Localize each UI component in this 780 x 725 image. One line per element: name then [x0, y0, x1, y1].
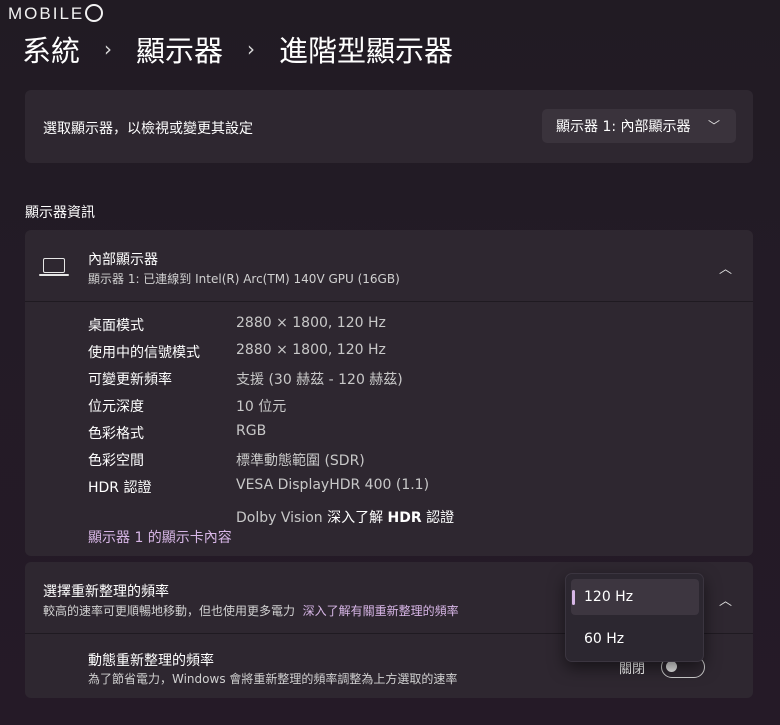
display-info-card: 內部顯示器 顯示器 1: 已連線到 Intel(R) Arc(TM) 140V …	[25, 230, 753, 556]
toggle-knob	[666, 661, 677, 672]
breadcrumb-system[interactable]: 系統	[22, 28, 80, 70]
display-info-subtitle: 顯示器 1: 已連線到 Intel(R) Arc(TM) 140V GPU (1…	[88, 272, 400, 286]
chevron-up-icon[interactable]: ︿	[719, 590, 732, 609]
dynamic-refresh-title: 動態重新整理的頻率	[88, 653, 214, 669]
info-value: 10 位元	[236, 399, 287, 415]
info-key: 色彩空間	[88, 453, 144, 469]
chevron-down-icon: ﹀	[707, 119, 720, 133]
hdr-link-prefix: 深入了解	[327, 510, 384, 526]
display-dropdown-value: 顯示器 1: 內部顯示器	[556, 119, 691, 135]
info-key: 色彩格式	[88, 426, 144, 442]
select-display-label: 選取顯示器，以檢視或變更其設定	[43, 121, 253, 137]
breadcrumb-display[interactable]: 顯示器	[136, 28, 223, 70]
display-info-title: 內部顯示器	[88, 252, 158, 268]
breadcrumb: 系統 › 顯示器 › 進階型顯示器	[22, 28, 453, 70]
refresh-option-60hz[interactable]: 60 Hz	[571, 621, 699, 657]
display-info-header[interactable]: 內部顯示器 顯示器 1: 已連線到 Intel(R) Arc(TM) 140V …	[25, 230, 753, 302]
refresh-rate-learn-more-link[interactable]: 深入了解有關重新整理的頻率	[303, 604, 459, 618]
page-title: 進階型顯示器	[279, 34, 454, 68]
info-key: HDR 認證	[88, 480, 152, 496]
info-row: 桌面模式 2880 × 1800, 120 Hz	[88, 315, 429, 342]
info-value: 2880 × 1800, 120 Hz	[236, 342, 386, 358]
info-row: 色彩空間 標準動態範圍 (SDR)	[88, 450, 429, 477]
info-value: 支援 (30 赫茲 - 120 赫茲)	[236, 372, 403, 388]
section-title-display-info: 顯示器資訊	[25, 205, 95, 221]
info-row: 色彩格式 RGB	[88, 423, 429, 450]
info-value: RGB	[236, 423, 267, 439]
chevron-up-icon[interactable]: ︿	[719, 258, 732, 277]
hdr-line2: Dolby Vision 深入了解 HDR 認證	[236, 507, 454, 527]
info-key: 位元深度	[88, 399, 144, 415]
breadcrumb-separator-icon: ›	[247, 37, 256, 61]
info-row: 位元深度 10 位元	[88, 396, 429, 423]
info-key: 可變更新頻率	[88, 372, 172, 388]
dynamic-refresh-subtitle: 為了節省電力，Windows 會將重新整理的頻率調整為上方選取的速率	[88, 672, 458, 686]
select-display-card: 選取顯示器，以檢視或變更其設定 顯示器 1: 內部顯示器 ﹀	[25, 90, 753, 163]
info-row: 可變更新頻率 支援 (30 赫茲 - 120 赫茲)	[88, 369, 429, 396]
hdr-link-bold: HDR	[387, 510, 422, 526]
breadcrumb-separator-icon: ›	[104, 37, 113, 61]
info-key: 使用中的信號模式	[88, 345, 200, 361]
hdr-dolby-vision: Dolby Vision	[236, 510, 323, 526]
refresh-rate-subtitle: 較高的速率可更順暢地移動，但也使用更多電力 深入了解有關重新整理的頻率	[43, 602, 459, 619]
gpu-properties-link[interactable]: 顯示器 1 的顯示卡內容	[88, 527, 232, 547]
info-value: VESA DisplayHDR 400 (1.1)	[236, 477, 430, 493]
logo-mark-icon	[85, 4, 104, 22]
info-value: 2880 × 1800, 120 Hz	[236, 315, 386, 331]
laptop-icon	[39, 258, 69, 276]
watermark-logo: MOBILE	[8, 4, 104, 24]
display-dropdown[interactable]: 顯示器 1: 內部顯示器 ﹀	[542, 109, 736, 143]
info-row: HDR 認證 VESA DisplayHDR 400 (1.1)	[88, 477, 429, 504]
hdr-link-suffix: 認證	[426, 510, 455, 526]
hdr-learn-more-link[interactable]: 深入了解 HDR 認證	[327, 510, 454, 526]
refresh-option-120hz[interactable]: 120 Hz	[571, 579, 699, 615]
refresh-rate-dropdown-menu: 120 Hz 60 Hz	[565, 573, 704, 662]
display-info-rows: 桌面模式 2880 × 1800, 120 Hz 使用中的信號模式 2880 × 1…	[88, 315, 429, 504]
info-key: 桌面模式	[88, 318, 144, 334]
info-value: 標準動態範圍 (SDR)	[236, 453, 365, 469]
info-row: 使用中的信號模式 2880 × 1800, 120 Hz	[88, 342, 429, 369]
refresh-rate-description: 較高的速率可更順暢地移動，但也使用更多電力	[43, 604, 296, 618]
refresh-rate-title: 選擇重新整理的頻率	[43, 584, 169, 600]
